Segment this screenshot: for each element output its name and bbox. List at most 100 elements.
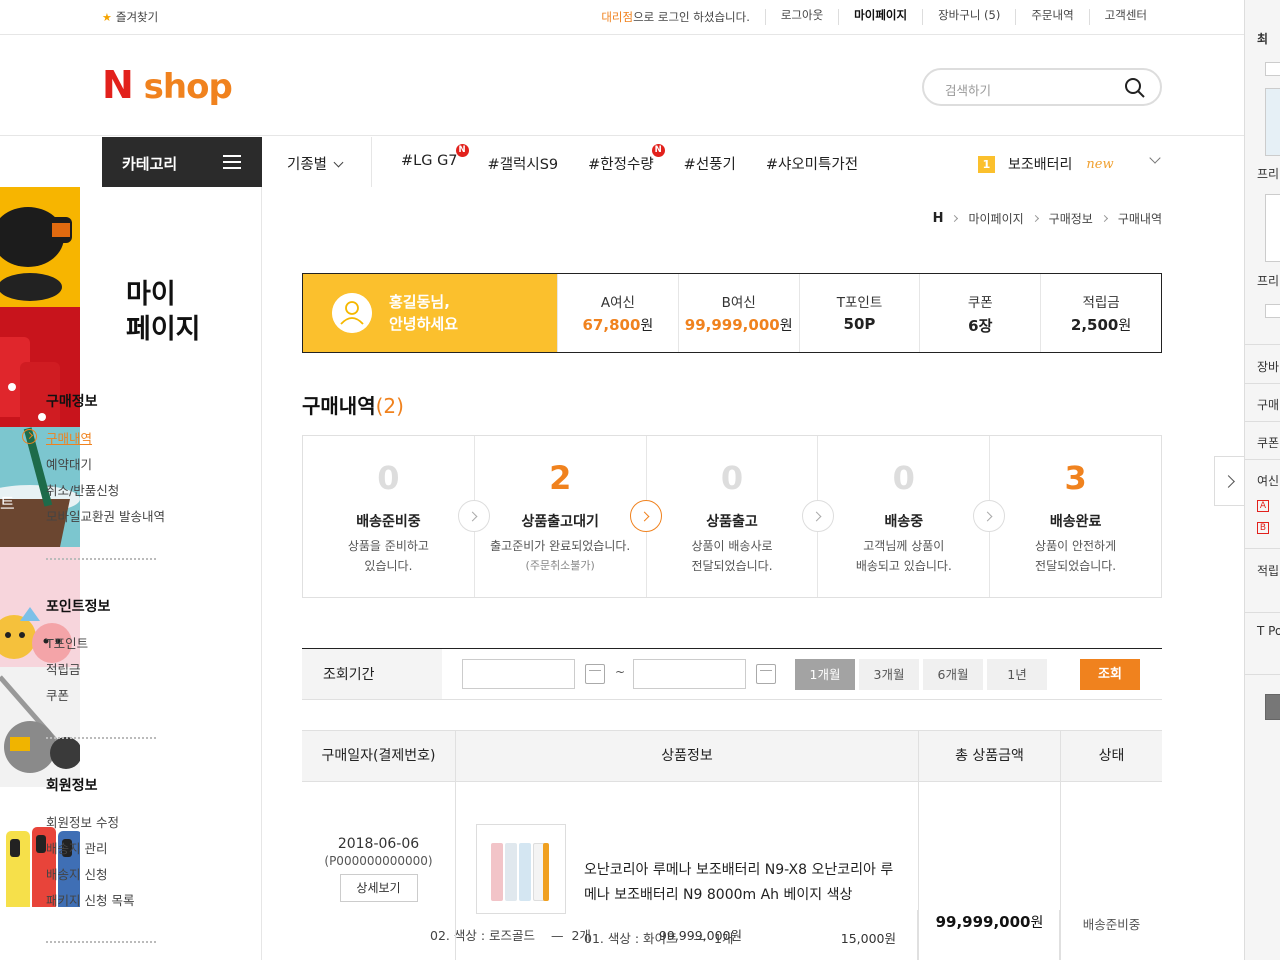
sidebar-item-reservation[interactable]: 예약대기	[46, 454, 156, 480]
column-header-status: 상태	[1060, 731, 1162, 781]
greeting-hello: 안녕하세요	[389, 315, 459, 333]
quick-checkbox[interactable]	[1265, 62, 1280, 76]
model-dropdown[interactable]: 기종별	[287, 153, 344, 174]
chevron-down-icon	[333, 157, 344, 168]
column-header-product: 상품정보	[455, 731, 918, 781]
end-date-input[interactable]	[633, 659, 746, 689]
hashtag-limited[interactable]: #한정수량 N	[588, 144, 665, 174]
step-delivered: 3 배송완료 상품이 안전하게 전달되었습니다.	[989, 436, 1161, 597]
rank-expand-icon[interactable]	[1149, 152, 1161, 164]
sidebar-item-cancel-return[interactable]: 취소/반품신청	[46, 480, 156, 506]
period-3-months-button[interactable]: 3개월	[859, 659, 919, 690]
mypage-link[interactable]: 마이페이지	[838, 9, 922, 25]
logout-link[interactable]: 로그아웃	[764, 9, 838, 25]
hashtag-galaxy-s9[interactable]: #갤럭시S9	[488, 153, 559, 174]
sidebar-item-address-request[interactable]: 배송지 신청	[46, 864, 156, 890]
period-1-month-button[interactable]: 1개월	[795, 659, 855, 690]
sidebar-item-tpoint[interactable]: T포인트	[46, 633, 156, 659]
hashtag-list: #LG G7 N #갤럭시S9 #한정수량 N #선풍기 #샤오미특가전	[401, 144, 888, 174]
chevron-right-icon	[1100, 214, 1108, 223]
step-arrow-icon	[973, 500, 1005, 532]
favorites-link[interactable]: ★ 즐겨찾기	[102, 9, 158, 25]
sidebar-item-edit-profile[interactable]: 회원정보 수정	[46, 812, 156, 838]
summary-credit-b: B여신 99,999,000원	[677, 274, 799, 352]
step-arrow-icon	[802, 500, 834, 532]
quick-coupon-link[interactable]: 쿠폰	[1257, 434, 1279, 451]
table-header: 구매일자(결제번호) 상품정보 총 상품금액 상태	[302, 730, 1162, 782]
quick-panel-button[interactable]	[1265, 694, 1280, 720]
quick-checkbox[interactable]	[1265, 304, 1280, 318]
sidebar-divider	[46, 737, 156, 739]
period-label: 조회기간	[302, 649, 442, 699]
promo-banner-car-mount[interactable]	[0, 187, 80, 307]
quick-tpoint-label: T Po	[1257, 624, 1280, 638]
detail-button[interactable]: 상세보기	[339, 874, 418, 902]
breadcrumb-home[interactable]: H	[933, 211, 944, 226]
credit-a-mark: A	[1257, 500, 1269, 512]
order-history-link[interactable]: 주문내역	[1015, 9, 1088, 25]
breadcrumb-purchase-info[interactable]: 구매정보	[1049, 210, 1093, 227]
order-date: 2018-06-06	[337, 836, 420, 852]
quick-cart-link[interactable]: 장바	[1257, 358, 1279, 375]
summary-credit-a: A여신 67,800원	[557, 274, 678, 352]
sidebar-item-mobile-voucher[interactable]: 모바일교환권 발송내역	[46, 506, 165, 532]
hashtag-fan[interactable]: #선풍기	[684, 153, 736, 174]
sidebar-item-package-list[interactable]: 패키지 신청 목록	[46, 890, 156, 916]
date-range-tilde: ~	[615, 665, 626, 679]
hashtag-lg-g7[interactable]: #LG G7 N	[401, 144, 469, 174]
sidebar-item-purchase-history[interactable]: 구매내역	[22, 428, 156, 454]
sidebar-group-purchase: 구매정보 구매내역 예약대기 취소/반품신청 모바일교환권 발송내역	[22, 391, 165, 532]
search-icon[interactable]	[1124, 77, 1146, 99]
summary-coupon: 쿠폰 6장	[919, 274, 1040, 352]
start-date-input[interactable]	[462, 659, 575, 689]
rank-new-label: new	[1086, 156, 1114, 172]
category-menu-button[interactable]: 카테고리	[102, 137, 262, 187]
credit-b-mark: B	[1257, 522, 1269, 534]
rank-item: 보조배터리	[1008, 157, 1073, 173]
breadcrumb-purchase-history: 구매내역	[1117, 212, 1162, 226]
breadcrumb-mypage[interactable]: 마이페이지	[968, 210, 1023, 227]
header: N shop 검색하기	[0, 35, 1244, 136]
svg-text:트: 트	[0, 494, 15, 513]
order-status-steps: 0 배송준비중 상품을 준비하고 있습니다. 2 상품출고대기 출고준비가 완료되…	[302, 435, 1162, 598]
quick-item-thumbnail[interactable]	[1265, 88, 1280, 156]
breadcrumb: H 마이페이지 구매정보 구매내역	[933, 210, 1162, 227]
popular-search-rank[interactable]: 1 보조배터리 new	[978, 154, 1114, 174]
step-preparing: 0 배송준비중 상품을 준비하고 있습니다.	[347, 459, 429, 573]
quick-divider	[1245, 612, 1280, 613]
new-badge: N	[455, 144, 469, 157]
quick-item-label: 프리	[1257, 274, 1280, 288]
quick-divider	[1245, 459, 1280, 460]
product-thumbnail[interactable]	[476, 824, 566, 914]
customer-center-link[interactable]: 고객센터	[1088, 9, 1162, 25]
calendar-icon[interactable]	[585, 664, 605, 684]
quick-panel-toggle[interactable]	[1214, 456, 1244, 506]
column-header-total: 총 상품금액	[918, 731, 1060, 781]
product-name[interactable]: 오난코리아 루메나 보조배터리 N9-X8 오난코리아 루메나 보조배터리 N9…	[584, 858, 894, 908]
quick-purchase-link[interactable]: 구매	[1257, 396, 1279, 413]
cart-link[interactable]: 장바구니 (5)	[922, 9, 1015, 25]
chevron-right-icon	[951, 214, 959, 223]
period-1-year-button[interactable]: 1년	[987, 659, 1047, 690]
quick-item-thumbnail[interactable]	[1265, 194, 1280, 262]
nshop-logo[interactable]: N shop	[102, 63, 233, 107]
hashtag-xiaomi[interactable]: #샤오미특가전	[766, 153, 858, 174]
calendar-icon[interactable]	[756, 664, 776, 684]
step-awaiting-release: 2 상품출고대기 출고준비가 완료되었습니다. (주문취소불가)	[473, 436, 646, 597]
period-6-months-button[interactable]: 6개월	[923, 659, 983, 690]
sidebar-item-reserve[interactable]: 적립금	[46, 659, 156, 685]
sidebar-heading-member: 회원정보	[46, 778, 98, 794]
step-arrow-icon	[458, 500, 490, 532]
quick-divider	[1245, 421, 1280, 422]
page-title: 구매내역(2)	[302, 394, 404, 418]
sidebar-divider	[46, 558, 156, 560]
search-submit-button[interactable]: 조회	[1080, 659, 1140, 690]
sidebar-item-coupon[interactable]: 쿠폰	[46, 685, 156, 711]
greeting-panel: 홍길동님, 안녕하세요	[303, 274, 557, 352]
sidebar-divider	[46, 941, 156, 943]
search-input[interactable]: 검색하기	[922, 68, 1162, 106]
sidebar-group-member: 회원정보 회원정보 수정 배송지 관리 배송지 신청 패키지 신청 목록	[46, 775, 156, 916]
sidebar-item-address-manage[interactable]: 배송지 관리	[46, 838, 156, 864]
greeting-name: 홍길동님,	[389, 293, 450, 311]
total-amount: 99,999,000원	[918, 782, 1060, 960]
